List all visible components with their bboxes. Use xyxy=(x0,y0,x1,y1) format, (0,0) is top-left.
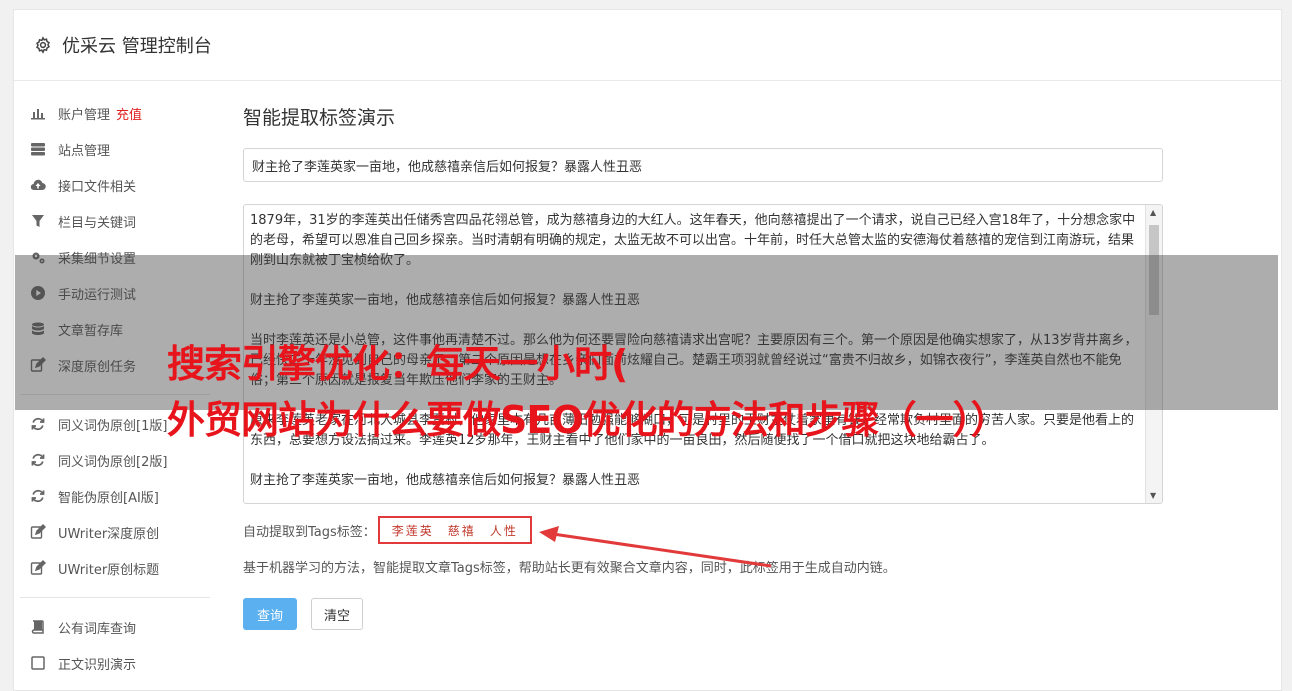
action-buttons: 查询 清空 xyxy=(243,598,1163,630)
refresh-icon xyxy=(30,452,46,468)
sidebar-item-interface-files[interactable]: 接口文件相关 xyxy=(20,167,210,203)
square-icon xyxy=(30,655,46,671)
sidebar-item-uwriter-deep[interactable]: UWriter深度原创 xyxy=(20,514,210,550)
page-title: 优采云 管理控制台 xyxy=(62,36,212,57)
overlay-headline: 搜索引擎优化：每天一小时( xyxy=(167,342,628,386)
overlay-subheadline: 外贸网站为什么要做SEO优化的方法和步骤（一）） xyxy=(167,398,1009,442)
article-title-input[interactable]: 财主抢了李莲英家一亩地，他成慈禧亲信后如何报复？暴露人性丑恶 xyxy=(243,148,1163,182)
refresh-icon xyxy=(30,488,46,504)
server-icon xyxy=(30,141,46,157)
edit-icon xyxy=(30,524,46,540)
gear-icon xyxy=(36,36,50,54)
sidebar-item-smart-ai[interactable]: 智能伪原创[AI版] xyxy=(20,478,210,514)
article-title-value: 财主抢了李莲英家一亩地，他成慈禧亲信后如何报复？暴露人性丑恶 xyxy=(252,159,643,175)
recharge-link[interactable]: 充值 xyxy=(116,104,142,123)
sidebar-item-label: 栏目与关键词 xyxy=(58,215,137,231)
section-title: 智能提取标签演示 xyxy=(243,107,396,129)
sidebar-item-label: 公有词库查询 xyxy=(58,621,137,637)
red-arrow-annotation xyxy=(539,526,772,568)
tags-highlight-box: 李莲英 慈禧 人性 xyxy=(377,516,532,544)
sidebar-divider xyxy=(20,597,210,598)
filter-icon xyxy=(30,213,46,229)
sidebar-item-label: 接口文件相关 xyxy=(58,179,137,195)
bar-chart-icon xyxy=(30,105,46,121)
sidebar-item-synonym-v2[interactable]: 同义词伪原创[2版] xyxy=(20,442,210,478)
sidebar-item-label: 正文识别演示 xyxy=(58,657,137,673)
sidebar-item-columns-keywords[interactable]: 栏目与关键词 xyxy=(20,203,210,239)
panel-header: 优采云 管理控制台 xyxy=(14,10,1281,81)
sidebar-item-label: 同义词伪原创[1版] xyxy=(58,418,168,434)
sidebar-item-text-recognition[interactable]: 正文识别演示 xyxy=(20,645,210,681)
refresh-icon xyxy=(30,416,46,432)
sidebar-item-public-dictionary[interactable]: 公有词库查询 xyxy=(20,609,210,645)
sidebar-item-label: UWriter原创标题 xyxy=(58,562,160,578)
sidebar-item-label: UWriter深度原创 xyxy=(58,526,160,542)
book-icon xyxy=(30,619,46,635)
sidebar-item-label: 智能伪原创[AI版] xyxy=(58,490,159,506)
scroll-down-icon[interactable]: ▼ xyxy=(1150,491,1156,500)
sidebar-item-account[interactable]: 账户管理 充值 xyxy=(20,95,210,131)
content-paragraph: 财主抢了李莲英家一亩地，他成慈禧亲信后如何报复？暴露人性丑恶 xyxy=(250,473,641,488)
sidebar-item-sites[interactable]: 站点管理 xyxy=(20,131,210,167)
tag-item: 李莲英 xyxy=(391,523,434,538)
tag-item: 人性 xyxy=(489,523,518,538)
scroll-up-icon[interactable]: ▲ xyxy=(1150,208,1156,217)
edit-icon xyxy=(30,560,46,576)
sidebar-item-label: 站点管理 xyxy=(58,143,111,159)
sidebar-item-uwriter-title[interactable]: UWriter原创标题 xyxy=(20,550,210,586)
cloud-upload-icon xyxy=(30,177,46,193)
clear-button[interactable]: 清空 xyxy=(311,598,363,630)
tag-item: 慈禧 xyxy=(447,523,476,538)
sidebar-item-label: 同义词伪原创[2版] xyxy=(58,454,168,470)
query-button[interactable]: 查询 xyxy=(243,598,297,630)
tags-label: 自动提取到Tags标签： xyxy=(243,524,376,540)
sidebar-item-label: 账户管理 xyxy=(58,107,111,123)
